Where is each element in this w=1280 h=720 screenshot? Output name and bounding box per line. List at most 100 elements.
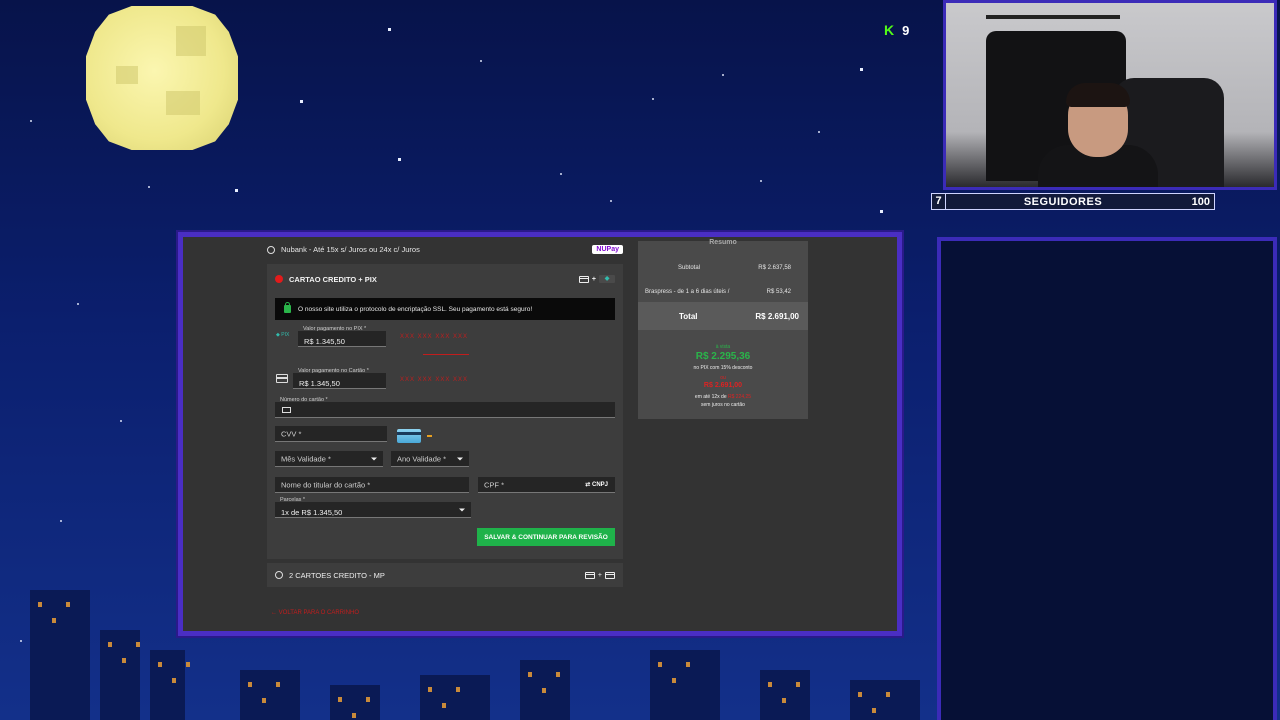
no-interest-note: sem juros no cartão xyxy=(701,402,745,408)
shipping-label: Braspress - de 1 a 6 dias úteis / xyxy=(645,289,730,295)
follower-goal-bar: 7 SEGUIDORES 100 xyxy=(931,193,1215,210)
pix-amount-label: Valor pagamento no PIX * xyxy=(303,326,367,332)
month-placeholder: Mês Validade * xyxy=(281,454,331,463)
card-amount-label: Valor pagamento no Cartão * xyxy=(298,368,369,374)
building xyxy=(520,660,570,720)
building xyxy=(240,670,300,720)
subtotal-value: R$ 2.637,58 xyxy=(758,265,791,271)
building xyxy=(100,630,140,720)
payment-option-two-cards[interactable]: 2 CARTOES CREDITO - MP + xyxy=(267,563,623,587)
star xyxy=(120,420,122,422)
order-summary: Resumo Subtotal R$ 2.637,58 Braspress - … xyxy=(638,239,808,419)
total-label: Total xyxy=(679,311,698,321)
installments-select[interactable]: Parcelas * 1x de R$ 1.345,50 xyxy=(275,497,471,518)
captured-screen: Nubank - Até 15x s/ Juros ou 24x c/ Juro… xyxy=(178,232,902,636)
card-number-label: Número do cartão * xyxy=(280,397,328,403)
building xyxy=(650,650,720,720)
cvv-help-image xyxy=(397,429,421,443)
chevron-down-icon xyxy=(459,508,465,511)
star xyxy=(148,186,150,188)
follower-label: SEGUIDORES xyxy=(1023,195,1103,208)
selected-radio[interactable] xyxy=(275,275,283,283)
chevron-down-icon xyxy=(371,457,377,460)
card-price: R$ 2.691,00 xyxy=(703,382,743,389)
card-holder-input[interactable]: Nome do titular do cartão * xyxy=(275,477,469,493)
lock-icon xyxy=(284,302,291,313)
subtotal-label: Subtotal xyxy=(678,265,701,271)
webcam-feed xyxy=(943,0,1277,190)
pix-small-label: à vista xyxy=(715,344,731,350)
total-row: Total R$ 2.691,00 xyxy=(638,302,808,330)
payment-method-title: CARTAO CREDITO + PIX xyxy=(289,274,377,284)
nubank-radio[interactable] xyxy=(267,245,275,254)
total-value: R$ 2.691,00 xyxy=(755,311,799,321)
pix-small-icon: ◆ PIX xyxy=(276,332,290,338)
star xyxy=(480,60,482,62)
expiry-month-select[interactable]: Mês Validade * xyxy=(275,451,383,467)
building xyxy=(330,685,380,720)
star xyxy=(30,120,32,122)
shipping-value: R$ 53,42 xyxy=(766,289,791,295)
year-placeholder: Ano Validade * xyxy=(397,454,447,463)
building xyxy=(760,670,810,720)
nupay-logo: NUPay xyxy=(592,245,623,254)
holder-placeholder: Nome do titular do cartão * xyxy=(281,480,371,489)
payment-method-header[interactable]: CARTAO CREDITO + PIX + ◆ xyxy=(275,272,615,286)
follower-target: 100 xyxy=(1191,195,1210,208)
star xyxy=(722,74,724,76)
two-cards-radio[interactable] xyxy=(275,571,283,579)
card-amount-value: R$ 1.345,50 xyxy=(299,379,340,388)
kick-logo-icon: K xyxy=(884,22,895,38)
redacted-text-2: XXX XXX XXX XXX xyxy=(400,377,469,383)
redacted-text: XXX XXX XXX XXX xyxy=(400,334,469,340)
star xyxy=(760,180,762,182)
pix-icon: ◆ xyxy=(599,275,615,283)
card-number-icon xyxy=(282,407,291,413)
card-small-icon xyxy=(276,374,288,383)
star xyxy=(388,28,391,31)
building xyxy=(150,650,190,720)
star xyxy=(818,131,820,133)
ssl-notice: O nosso site utiliza o protocolo de encr… xyxy=(275,298,615,320)
star xyxy=(652,98,654,100)
installment-note-text: em até 12x de xyxy=(694,394,727,400)
installments-label: Parcelas * xyxy=(280,497,306,503)
save-continue-button[interactable]: SALVAR & CONTINUAR PARA REVISÃO xyxy=(477,528,615,546)
star xyxy=(20,640,22,642)
follower-current: 7 xyxy=(932,194,946,209)
card-amount-field[interactable]: Valor pagamento no Cartão * R$ 1.345,50 xyxy=(293,368,386,389)
building xyxy=(420,675,490,720)
shipping-row: Braspress - de 1 a 6 dias úteis / R$ 53,… xyxy=(645,289,791,295)
viewer-count: 9 xyxy=(902,22,910,38)
installment-value: R$ 224,25 xyxy=(728,394,752,400)
card-number-input[interactable]: Número do cartão * xyxy=(275,397,615,418)
star xyxy=(235,189,238,192)
side-overlay-panel xyxy=(937,237,1277,720)
cnpj-toggle[interactable]: ⇄ CNPJ xyxy=(585,481,608,488)
building xyxy=(850,680,920,720)
cpf-placeholder: CPF * xyxy=(484,480,505,489)
star xyxy=(60,520,62,522)
cvv-marker xyxy=(427,435,432,437)
installment-note: em até 12x de R$ 224,25 xyxy=(638,394,808,400)
back-to-cart-link[interactable]: ← VOLTAR PARA O CARRINHO xyxy=(271,610,359,616)
pix-amount-field[interactable]: Valor pagamento no PIX * R$ 1.345,50 xyxy=(298,326,386,347)
cvv-placeholder: CVV * xyxy=(281,429,302,438)
cvv-input[interactable]: CVV * xyxy=(275,426,387,442)
payment-option-nubank[interactable]: Nubank - Até 15x s/ Juros ou 24x c/ Juro… xyxy=(267,241,623,258)
kick-viewer-counter: K 9 xyxy=(884,22,909,38)
credit-card-icon xyxy=(584,571,595,579)
summary-title: Resumo xyxy=(709,239,737,246)
cpf-input[interactable]: CPF * ⇄ CNPJ xyxy=(478,477,615,493)
credit-card-icon xyxy=(578,275,589,283)
ssl-notice-text: O nosso site utiliza o protocolo de encr… xyxy=(298,305,533,313)
two-cards-label: 2 CARTOES CREDITO - MP xyxy=(289,570,385,580)
redacted-line xyxy=(423,354,469,355)
pixel-moon xyxy=(86,6,238,150)
installments-value: 1x de R$ 1.345,50 xyxy=(281,508,343,517)
building xyxy=(30,590,90,720)
star xyxy=(560,173,562,175)
expiry-year-select[interactable]: Ano Validade * xyxy=(391,451,469,467)
star xyxy=(880,210,883,213)
star xyxy=(300,100,303,103)
